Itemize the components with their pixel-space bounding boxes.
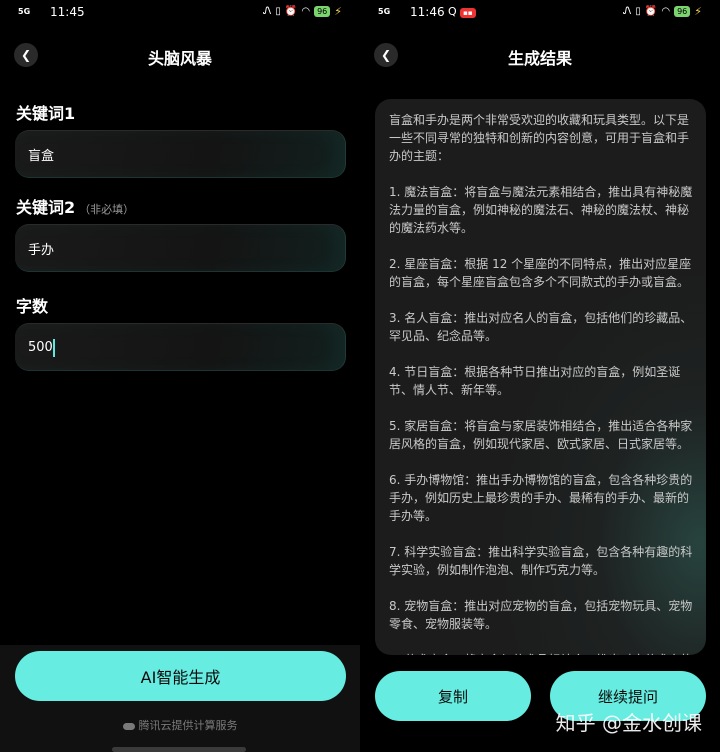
notification-icons: Q ▪▪ bbox=[448, 5, 476, 18]
keyword2-label: 关键词2 （非必填） bbox=[16, 194, 134, 218]
q-notification-icon: Q bbox=[448, 5, 457, 18]
alarm-icon: ⏰ bbox=[284, 6, 298, 17]
ai-generate-button[interactable]: AI智能生成 bbox=[15, 651, 346, 701]
right-screen: 5G 11:46 Q ▪▪ Ꮑ ▯ ⏰ ◠ 96 ⚡ ❮ 生成结果 盲盒和手办是… bbox=[360, 0, 720, 752]
wordcount-input[interactable] bbox=[28, 324, 328, 370]
wifi-icon: ◠ bbox=[301, 6, 311, 17]
keyword1-label-text: 关键词1 bbox=[16, 104, 76, 123]
wifi-icon: ◠ bbox=[661, 6, 671, 17]
alarm-icon: ⏰ bbox=[644, 6, 658, 17]
signal-indicator: 5G bbox=[18, 7, 31, 16]
wordcount-label: 字数 bbox=[16, 293, 48, 317]
app-notification-icon: ▪▪ bbox=[460, 8, 476, 18]
left-screen: 5G 11:45 Ꮑ ▯ ⏰ ◠ 96 ⚡ ❮ 头脑风暴 关键词1 关键词2（非… bbox=[0, 0, 360, 752]
keyword2-label-text: 关键词2 bbox=[16, 198, 76, 217]
charging-icon: ⚡ bbox=[334, 5, 342, 18]
battery-icon: 96 bbox=[314, 6, 331, 17]
keyword2-field[interactable] bbox=[15, 224, 346, 272]
status-time: 11:46 bbox=[410, 5, 445, 19]
home-indicator[interactable] bbox=[112, 747, 246, 752]
keyword1-input[interactable] bbox=[28, 131, 328, 177]
vibrate-icon: ▯ bbox=[275, 6, 281, 17]
status-bar: 5G 11:46 Q ▪▪ Ꮑ ▯ ⏰ ◠ 96 ⚡ bbox=[360, 0, 720, 26]
status-icons: Ꮑ ▯ ⏰ ◠ 96 ⚡ bbox=[623, 5, 702, 18]
cloud-icon bbox=[122, 722, 135, 730]
status-icons: Ꮑ ▯ ⏰ ◠ 96 ⚡ bbox=[263, 5, 342, 18]
zhihu-watermark: 知乎 @金水创课 bbox=[555, 711, 702, 735]
keyword1-label: 关键词1 bbox=[16, 100, 75, 124]
page-title: 生成结果 bbox=[507, 49, 572, 68]
wordcount-field[interactable] bbox=[15, 323, 346, 371]
result-text: 盲盒和手办是两个非常受欢迎的收藏和玩具类型。以下是一些不同寻常的独特和创新的内容… bbox=[389, 113, 693, 655]
service-text: 腾讯云提供计算服务 bbox=[138, 719, 238, 732]
status-bar: 5G 11:45 Ꮑ ▯ ⏰ ◠ 96 ⚡ bbox=[0, 0, 360, 26]
battery-icon: 96 bbox=[674, 6, 691, 17]
service-note: 腾讯云提供计算服务 bbox=[0, 717, 360, 733]
status-time: 11:45 bbox=[50, 5, 85, 19]
signal-indicator: 5G bbox=[378, 7, 391, 16]
copy-button[interactable]: 复制 bbox=[375, 671, 531, 721]
text-caret bbox=[53, 339, 55, 357]
vibrate-icon: ▯ bbox=[635, 6, 641, 17]
optional-hint: （非必填） bbox=[79, 203, 135, 216]
charging-icon: ⚡ bbox=[694, 5, 702, 18]
wordcount-label-text: 字数 bbox=[16, 297, 49, 316]
page-title: 头脑风暴 bbox=[147, 49, 212, 68]
nfc-icon: Ꮑ bbox=[263, 6, 272, 17]
result-card[interactable]: 盲盒和手办是两个非常受欢迎的收藏和玩具类型。以下是一些不同寻常的独特和创新的内容… bbox=[375, 99, 706, 655]
nfc-icon: Ꮑ bbox=[623, 6, 632, 17]
keyword1-field[interactable] bbox=[15, 130, 346, 178]
keyword2-input[interactable] bbox=[28, 225, 328, 271]
